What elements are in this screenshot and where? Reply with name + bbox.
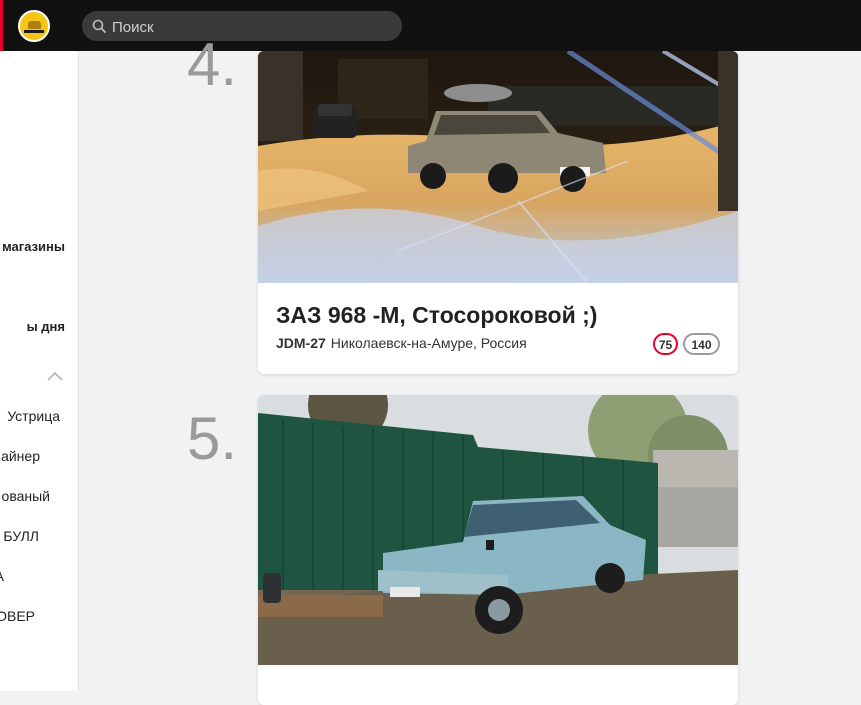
author-location: Николаевск-на-Амуре, Россия: [330, 335, 527, 351]
rank-number: 4.: [186, 31, 237, 98]
sidebar-item-bull[interactable]: БУЛЛ: [3, 528, 39, 544]
sidebar-item-ayner[interactable]: айнер: [1, 448, 40, 464]
comments-badge[interactable]: 140: [683, 333, 720, 355]
likes-badge[interactable]: 75: [653, 333, 678, 355]
top-bar: [0, 0, 861, 51]
sidebar-item-ustritsa[interactable]: Устрица: [7, 408, 60, 424]
author-name[interactable]: JDM-27: [276, 335, 326, 351]
sidebar-item-over[interactable]: ОВЕР: [0, 608, 35, 624]
feed-card[interactable]: [258, 395, 738, 705]
rank-number: 5.: [186, 405, 237, 472]
sidebar-item-a[interactable]: А: [0, 568, 4, 584]
search-box[interactable]: [82, 11, 402, 43]
site-logo[interactable]: [18, 10, 50, 42]
feed-card[interactable]: ЗАЗ 968 -М, Стосороковой ;) JDM-27 Никола…: [258, 51, 738, 374]
car-title[interactable]: ЗАЗ 968 -М, Стосороковой ;): [276, 302, 597, 329]
sidebar: магазины ы дня Устрица айнер ованый БУЛЛ…: [0, 51, 79, 691]
chevron-up-icon[interactable]: [47, 371, 63, 381]
sidebar-item-ovanyy[interactable]: ованый: [2, 488, 50, 504]
sidebar-item-cars-of-day[interactable]: ы дня: [27, 319, 65, 334]
car-photo[interactable]: [258, 51, 738, 283]
logo-car-icon: [28, 21, 41, 29]
car-meta: JDM-27 Николаевск-на-Амуре, Россия: [276, 335, 527, 351]
logo-band: [24, 30, 44, 33]
car-photo[interactable]: [258, 395, 738, 665]
sidebar-item-shops[interactable]: магазины: [2, 239, 65, 254]
search-icon: [92, 19, 106, 33]
